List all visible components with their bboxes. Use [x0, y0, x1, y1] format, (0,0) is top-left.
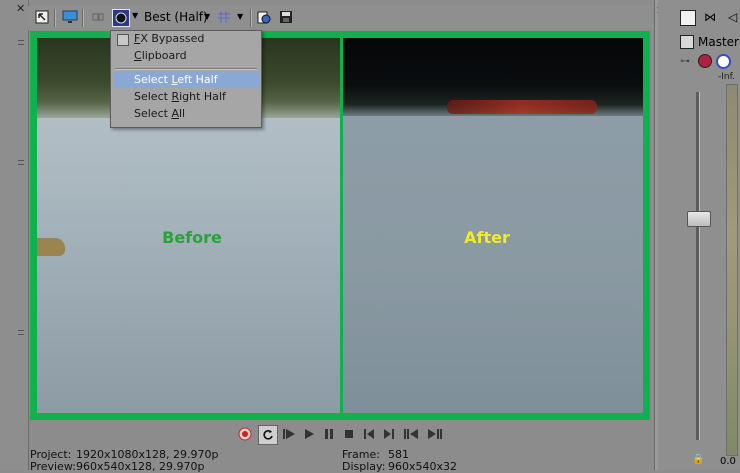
level-value: 0.0: [720, 456, 736, 467]
prev-frame-icon[interactable]: [402, 425, 420, 443]
volume-fader-track[interactable]: [696, 92, 699, 440]
fx-settings-icon[interactable]: [698, 54, 712, 68]
level-meter: [726, 84, 738, 456]
split-screen-divider[interactable]: [340, 38, 343, 413]
split-screen-menu: FX Bypassed Clipboard Select Left Half S…: [110, 30, 262, 128]
bus-fx-icon[interactable]: ⊶: [680, 56, 690, 67]
mute-icon[interactable]: [716, 54, 731, 69]
menu-item-label: Clipboard: [134, 49, 187, 62]
menu-item-label: Select Right Half: [134, 90, 226, 103]
downmix-icon[interactable]: ◁: [728, 10, 737, 24]
external-monitor-icon[interactable]: [62, 9, 78, 25]
transport-bar: [236, 424, 450, 445]
menu-item-label: Select Left Half: [134, 73, 218, 86]
volume-fader-knob[interactable]: [687, 211, 711, 227]
master-label: Master: [698, 35, 739, 49]
display-value: 960x540x32: [388, 460, 458, 473]
preview-label: Preview:: [30, 460, 76, 473]
copy-snapshot-to-clipboard-icon[interactable]: [256, 9, 272, 25]
quality-dropdown-arrow-icon[interactable]: ▼: [204, 12, 210, 21]
before-sandbank: [37, 238, 65, 256]
fx-bypassed-icon: [117, 34, 129, 46]
menu-item-fx-bypassed[interactable]: FX Bypassed: [113, 31, 259, 47]
properties-icon[interactable]: [680, 10, 696, 26]
video-preview-properties-icon[interactable]: [34, 9, 50, 25]
display-label: Display:: [342, 460, 386, 473]
after-water: [342, 116, 643, 413]
play-from-start-icon[interactable]: [280, 425, 298, 443]
menu-item-select-right-half[interactable]: Select Right Half: [113, 89, 259, 105]
close-icon[interactable]: ✕: [16, 3, 26, 14]
master-bus-icon[interactable]: [680, 35, 694, 49]
play-icon[interactable]: [300, 425, 318, 443]
preview-status-info: Project: 1920x1080x128, 29.970p Preview:…: [28, 446, 654, 473]
after-red-shore: [447, 100, 597, 114]
left-dock-strip: ✕: [0, 0, 29, 470]
master-bus-header: Master: [680, 34, 739, 52]
record-icon[interactable]: [236, 425, 254, 443]
loop-icon[interactable]: [258, 425, 278, 445]
after-label: After: [464, 228, 510, 247]
menu-item-label: Select All: [134, 107, 186, 120]
before-label: Before: [162, 228, 222, 247]
lock-icon[interactable]: 🔒: [692, 454, 704, 465]
menu-item-clipboard[interactable]: Clipboard: [113, 48, 259, 64]
menu-separator: [115, 68, 257, 69]
preview-value: 960x540x128, 29.970p: [76, 460, 205, 473]
save-snapshot-to-file-icon[interactable]: [278, 9, 294, 25]
next-frame-icon[interactable]: [426, 425, 444, 443]
preview-quality-select[interactable]: Best (Half): [144, 10, 208, 24]
go-to-start-icon[interactable]: [360, 425, 378, 443]
split-screen-view-icon[interactable]: [112, 9, 130, 27]
overlays-grid-icon[interactable]: [216, 9, 232, 25]
preview-fx-icon[interactable]: [90, 9, 106, 25]
overlays-dropdown-arrow-icon[interactable]: ▼: [237, 12, 243, 21]
pause-icon[interactable]: [320, 425, 338, 443]
split-screen-dropdown-arrow-icon[interactable]: ▼: [132, 11, 138, 20]
master-bus-panel: ⋈ ◁ Master ⊶ -Inf. 🔒 0.0: [658, 0, 740, 470]
menu-item-select-left-half[interactable]: Select Left Half: [113, 72, 259, 88]
menu-item-select-all[interactable]: Select All: [113, 106, 259, 122]
meter-top-label: -Inf.: [718, 72, 735, 82]
preview-toolbar: ▼ Best (Half) ▼ ▼: [28, 6, 654, 30]
bus-split-icon[interactable]: ⋈: [704, 10, 716, 24]
menu-item-label: FX Bypassed: [134, 32, 205, 45]
stop-icon[interactable]: [340, 425, 358, 443]
go-to-end-icon[interactable]: [380, 425, 398, 443]
